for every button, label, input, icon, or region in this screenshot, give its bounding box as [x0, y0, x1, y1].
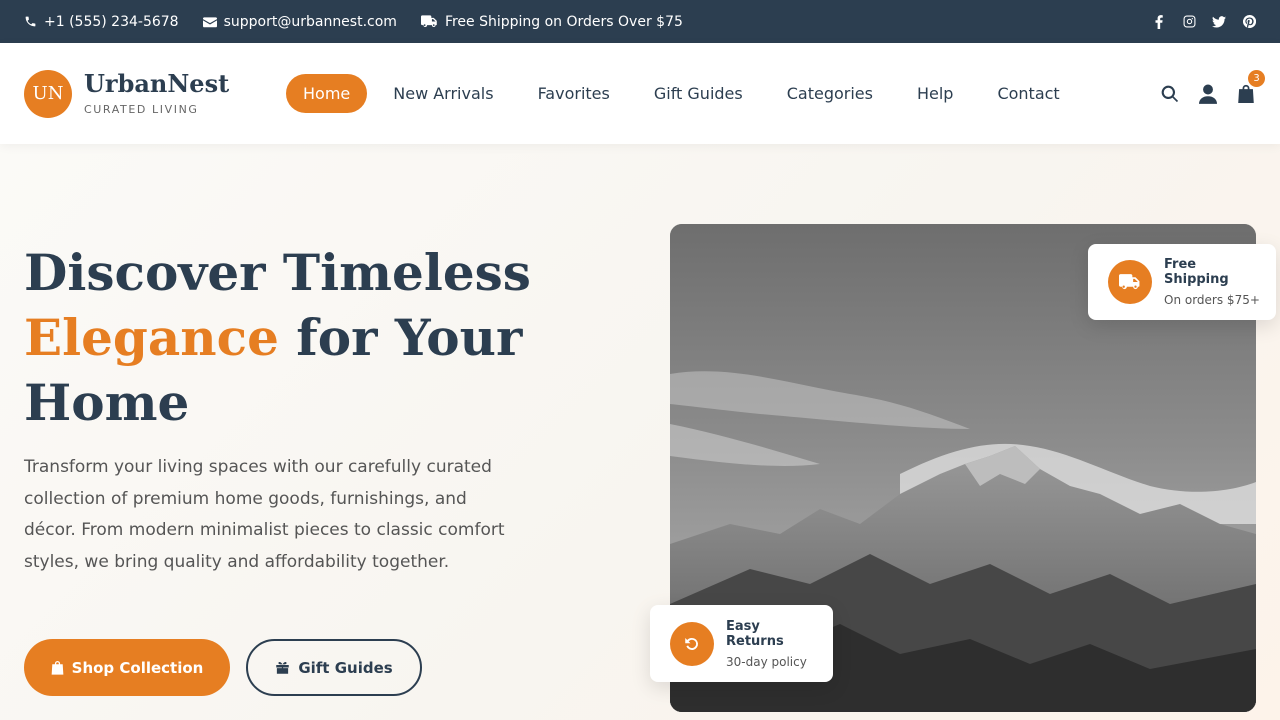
truck-icon: [420, 15, 437, 27]
nav-item-gift-guides[interactable]: Gift Guides: [636, 74, 761, 113]
hero-description: Transform your living spaces with our ca…: [24, 457, 505, 572]
nav-item-favorites[interactable]: Favorites: [520, 74, 628, 113]
shopping-bag-icon: [51, 661, 63, 675]
logo-text: UrbanNest CURATED LIVING: [84, 68, 230, 117]
brand-logo[interactable]: UN UrbanNest CURATED LIVING: [24, 68, 286, 118]
nav-item-contact[interactable]: Contact: [979, 74, 1077, 113]
email-link[interactable]: support@urbannest.com: [202, 13, 397, 30]
easy-returns-subtitle: 30-day policy: [726, 654, 807, 669]
gift-guides-button[interactable]: Gift Guides: [246, 639, 422, 696]
hero-section: Discover Timeless Elegance for Your Home…: [0, 144, 1280, 720]
cart-count-badge: 3: [1248, 69, 1265, 87]
shop-collection-button[interactable]: Shop Collection: [24, 639, 230, 696]
main-header: UN UrbanNest CURATED LIVING Home New Arr…: [0, 43, 1280, 144]
hero-title-accent: Elegance: [24, 308, 279, 367]
phone-link[interactable]: +1 (555) 234-5678: [24, 14, 179, 30]
email-text: support@urbannest.com: [223, 13, 397, 30]
free-shipping-card: Free Shipping On orders $75+: [1088, 244, 1276, 320]
facebook-icon[interactable]: [1152, 14, 1166, 29]
search-icon[interactable]: [1160, 84, 1180, 104]
shipping-text: Free Shipping on Orders Over $75: [444, 13, 683, 30]
phone-text: +1 (555) 234-5678: [44, 13, 179, 30]
shipping-fast-icon: [1119, 274, 1140, 290]
nav-item-categories[interactable]: Categories: [769, 74, 891, 113]
easy-returns-text: Easy Returns 30-day policy: [726, 619, 821, 669]
main-nav: Home New Arrivals Favorites Gift Guides …: [286, 74, 1078, 113]
free-shipping-title: Free Shipping: [1164, 257, 1229, 287]
shipping-icon-circle: [1108, 260, 1152, 304]
user-icon[interactable]: [1198, 84, 1218, 104]
brand-name: UrbanNest: [84, 68, 230, 98]
top-bar: +1 (555) 234-5678 support@urbannest.com …: [0, 0, 1280, 43]
gift-guides-label: Gift Guides: [298, 658, 393, 677]
social-links: [1152, 14, 1256, 29]
twitter-icon[interactable]: [1212, 15, 1226, 29]
easy-returns-card: Easy Returns 30-day policy: [650, 605, 833, 682]
free-shipping-text: Free Shipping On orders $75+: [1164, 257, 1264, 307]
shopping-bag-icon[interactable]: 3: [1236, 69, 1265, 104]
shop-collection-label: Shop Collection: [71, 658, 204, 677]
nav-item-home[interactable]: Home: [286, 74, 368, 113]
nav-item-help[interactable]: Help: [899, 74, 971, 113]
undo-icon: [685, 637, 698, 650]
instagram-icon[interactable]: [1182, 15, 1196, 29]
envelope-icon: [202, 16, 217, 27]
easy-returns-title: Easy Returns: [726, 618, 784, 649]
hero-title-part1: Discover Timeless: [24, 243, 531, 302]
header-actions: 3: [1160, 69, 1265, 104]
nav-item-new-arrivals[interactable]: New Arrivals: [375, 74, 511, 113]
shipping-notice: Free Shipping on Orders Over $75: [420, 13, 683, 30]
returns-icon-circle: [670, 621, 714, 666]
gift-icon: [276, 661, 290, 674]
phone-icon: [25, 16, 36, 27]
logo-badge: UN: [24, 69, 72, 118]
contact-info: +1 (555) 234-5678 support@urbannest.com …: [24, 14, 683, 30]
brand-tagline: CURATED LIVING: [84, 103, 199, 117]
hero-title: Discover Timeless Elegance for Your Home: [24, 240, 544, 435]
free-shipping-subtitle: On orders $75+: [1164, 293, 1260, 307]
pinterest-icon[interactable]: [1242, 15, 1256, 29]
